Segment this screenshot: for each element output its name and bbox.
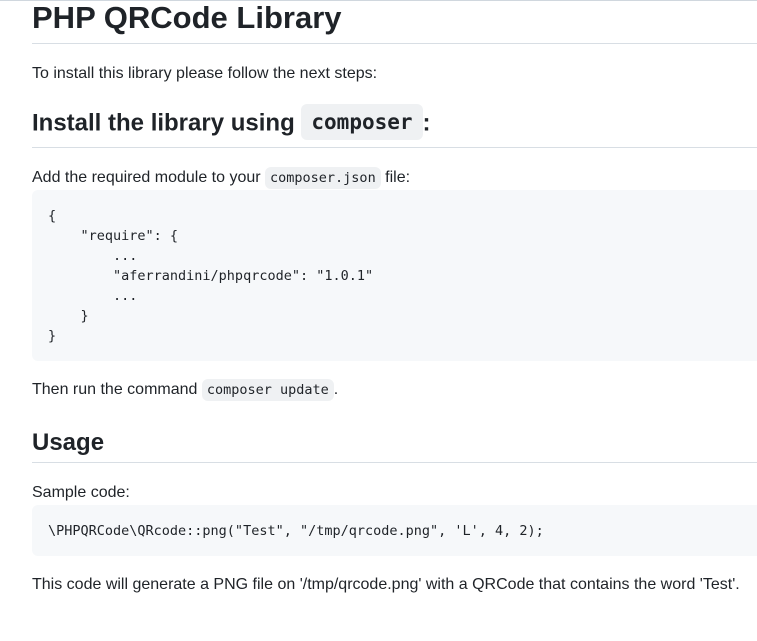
add-module-suffix: file: — [380, 169, 411, 186]
usage-heading: Usage — [32, 422, 757, 463]
composer-json-code-block[interactable]: { "require": { ... "aferrandini/phpqrcod… — [32, 190, 757, 361]
composer-json-code: composer.json — [265, 167, 381, 189]
intro-paragraph: To install this library please follow th… — [32, 65, 378, 82]
readme-content: PHP QRCode Library To install this libra… — [32, 0, 757, 597]
install-heading: Install the library using composer: — [32, 104, 757, 148]
install-heading-suffix: : — [422, 109, 431, 137]
page-title: PHP QRCode Library — [32, 0, 757, 44]
run-command-text: Then run the command — [32, 381, 202, 398]
composer-update-code: composer update — [201, 379, 334, 401]
install-heading-text: Install the library using — [32, 109, 302, 137]
final-paragraph: This code will generate a PNG file on '/… — [32, 576, 740, 593]
add-module-paragraph: Add the required module to your composer… — [32, 166, 757, 190]
sample-code-label: Sample code: — [32, 484, 130, 501]
usage-code-block[interactable]: \PHPQRCode\QRcode::png("Test", "/tmp/qrc… — [32, 505, 757, 556]
install-heading-code: composer — [301, 104, 423, 140]
run-command-paragraph: Then run the command composer update. — [32, 378, 757, 402]
run-command-suffix: . — [333, 381, 339, 398]
add-module-text: Add the required module to your — [32, 169, 266, 186]
